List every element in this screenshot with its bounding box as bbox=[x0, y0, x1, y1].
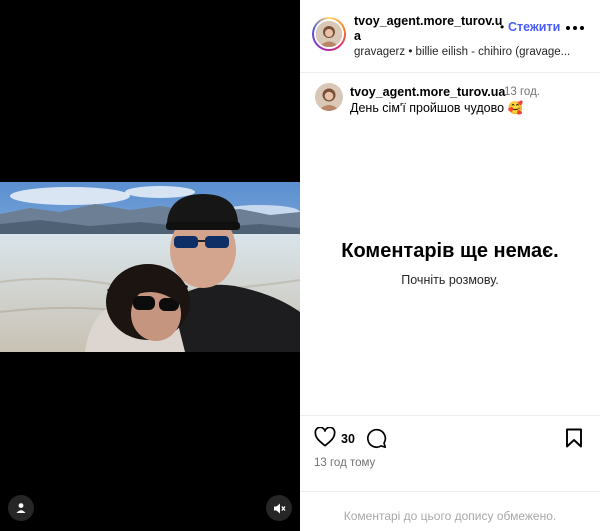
post-header: tvoy_agent.more_turov.ua • Стежити grava… bbox=[300, 0, 600, 73]
caption-avatar[interactable] bbox=[315, 83, 343, 111]
bookmark-icon[interactable] bbox=[565, 428, 583, 448]
heart-icon[interactable] bbox=[314, 427, 336, 447]
author-avatar[interactable] bbox=[312, 17, 346, 51]
no-comments-title: Коментарів ще немає. bbox=[341, 240, 559, 262]
caption-time: 13 год. bbox=[504, 86, 540, 98]
comments-limited-notice: Коментарі до цього допису обмежено. bbox=[300, 491, 600, 523]
user-tag-icon bbox=[16, 503, 26, 513]
more-horizontal-icon[interactable] bbox=[566, 26, 584, 30]
like-count[interactable]: 30 bbox=[341, 432, 355, 446]
caption-username[interactable]: tvoy_agent.more_turov.ua bbox=[350, 85, 505, 99]
speaker-muted-icon bbox=[273, 503, 286, 513]
caption-text: День сім'ї пройшов чудово 🥰 bbox=[350, 101, 524, 115]
no-comments-subtitle: Почніть розмову. bbox=[401, 273, 499, 287]
comment-icon[interactable] bbox=[366, 428, 387, 449]
post-actions: 30 13 год тому Коментарі до цього допису… bbox=[300, 415, 600, 531]
post-timestamp: 13 год тому bbox=[314, 457, 376, 469]
follow-button[interactable]: Стежити bbox=[508, 20, 560, 34]
post-photo bbox=[0, 182, 300, 352]
post-panel: tvoy_agent.more_turov.ua • Стежити grava… bbox=[300, 0, 600, 531]
audio-track[interactable]: gravagerz • billie eilish - chihiro (gra… bbox=[354, 46, 594, 58]
mute-button[interactable] bbox=[266, 495, 292, 521]
separator-dot: • bbox=[500, 20, 505, 34]
post-media[interactable] bbox=[0, 0, 300, 531]
user-tag-button[interactable] bbox=[8, 495, 34, 521]
author-username[interactable]: tvoy_agent.more_turov.ua bbox=[354, 14, 504, 44]
